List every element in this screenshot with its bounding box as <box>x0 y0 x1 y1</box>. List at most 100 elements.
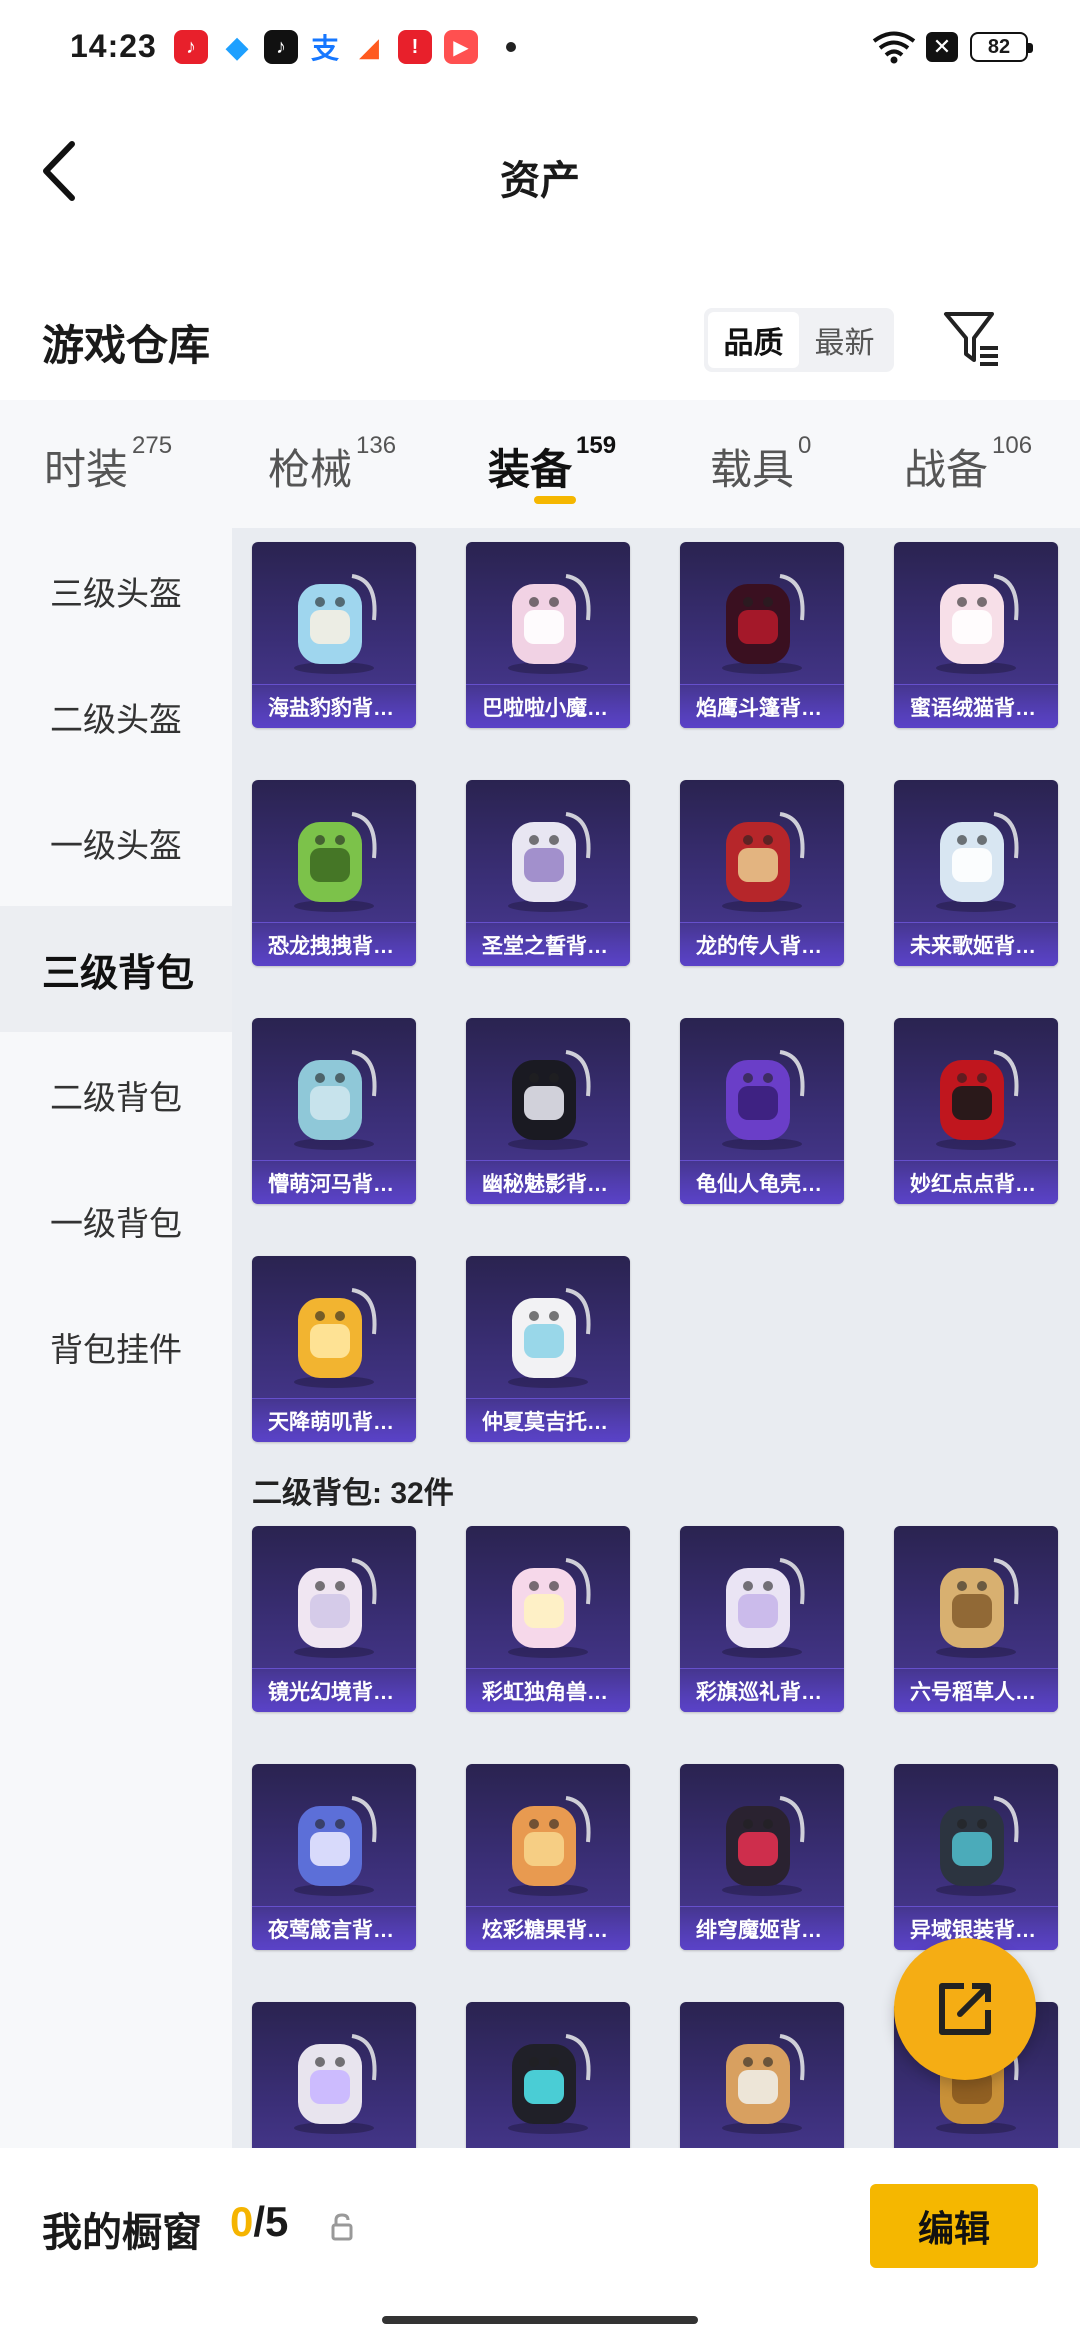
item-card-label: 彩旗巡礼背… <box>680 1668 844 1712</box>
tab-count: 106 <box>992 432 1033 459</box>
tab-supplies[interactable]: 战备106 <box>904 432 1032 497</box>
item-card[interactable]: 懵萌河马背… <box>252 1018 416 1204</box>
backpack-image <box>508 1796 591 1896</box>
music-app-icon: ♪ <box>174 30 208 64</box>
group-title-level2: 二级背包: 32件 <box>252 1477 454 1510</box>
backpack-image <box>294 1558 377 1658</box>
item-card[interactable]: 异域银装背… <box>894 1764 1058 1950</box>
backpack-image <box>722 574 805 674</box>
clock: 14:23 <box>70 28 157 64</box>
item-card[interactable]: 镜光幻境背… <box>252 1526 416 1712</box>
item-card[interactable]: 圣堂之誓背… <box>466 780 630 966</box>
backpack-image <box>936 812 1019 912</box>
item-card[interactable]: 巴啦啦小魔… <box>466 542 630 728</box>
red-app-icon: ! <box>398 30 432 64</box>
item-card[interactable] <box>466 2002 630 2148</box>
alipay-icon: 支 <box>308 30 342 64</box>
tab-count: 0 <box>798 432 812 459</box>
more-notifications-dot <box>506 42 516 52</box>
subcategory-sidebar: 三级头盔 二级头盔 一级头盔 三级背包 二级背包 一级背包 背包挂件 <box>0 528 232 2148</box>
item-card[interactable]: 绯穹魔姬背… <box>680 1764 844 1950</box>
item-card-label: 圣堂之誓背… <box>466 922 630 966</box>
status-bar: 14:23 ♪ ◆ ♪ 支 ◢ ! ▶ ✕ 82 <box>0 0 1080 96</box>
item-card[interactable] <box>252 2002 416 2148</box>
item-card-label: 妙红点点背… <box>894 1160 1058 1204</box>
backpack-image <box>936 574 1019 674</box>
item-grid: 二级背包: 32件 海盐豹豹背… 巴啦啦小魔… 焰鹰斗篷背… 蜜语绒猫背… 恐龙拽拽背…… <box>232 528 1080 2148</box>
item-card-label: 龙的传人背… <box>680 922 844 966</box>
tab-label: 载具 <box>710 446 795 493</box>
backpack-image <box>508 812 591 912</box>
item-card-label: 夜莺箴言背… <box>252 1906 416 1950</box>
share-fab[interactable] <box>894 1938 1036 2080</box>
edit-button[interactable]: 编辑 <box>870 2184 1038 2268</box>
showcase-count: 0/5 <box>230 2198 288 2246</box>
backpack-image <box>508 1288 591 1388</box>
backpack-image <box>936 1050 1019 1150</box>
backpack-image <box>508 1558 591 1658</box>
item-card-label: 懵萌河马背… <box>252 1160 416 1204</box>
item-card[interactable]: 未来歌姬背… <box>894 780 1058 966</box>
backpack-image <box>936 1558 1019 1658</box>
item-card[interactable]: 焰鹰斗篷背… <box>680 542 844 728</box>
tab-fashion[interactable]: 时装275 <box>44 432 172 497</box>
tiktok-icon: ♪ <box>264 30 298 64</box>
tab-equipment[interactable]: 装备159 <box>488 432 616 497</box>
backpack-image <box>294 1796 377 1896</box>
lock-icon <box>331 2213 353 2241</box>
item-card-label: 海盐豹豹背… <box>252 684 416 728</box>
backpack-image <box>294 812 377 912</box>
item-card-label: 蜜语绒猫背… <box>894 684 1058 728</box>
item-card[interactable]: 恐龙拽拽背… <box>252 780 416 966</box>
backpack-image <box>294 1050 377 1150</box>
backpack-image <box>722 1558 805 1658</box>
item-card[interactable] <box>680 2002 844 2148</box>
sort-quality-button[interactable]: 品质 <box>708 312 799 368</box>
item-card[interactable]: 彩旗巡礼背… <box>680 1526 844 1712</box>
sidebar-item-level3-backpack[interactable]: 三级背包 <box>0 906 232 1032</box>
item-card[interactable]: 夜莺箴言背… <box>252 1764 416 1950</box>
item-card[interactable]: 蜜语绒猫背… <box>894 542 1058 728</box>
item-card-label: 六号稻草人… <box>894 1668 1058 1712</box>
sidebar-item-level1-backpack[interactable]: 一级背包 <box>0 1158 232 1284</box>
battery-indicator: 82 <box>970 32 1033 62</box>
backpack-image <box>508 574 591 674</box>
sidebar-item-level2-helmet[interactable]: 二级头盔 <box>0 654 232 780</box>
item-card[interactable]: 幽秘魅影背… <box>466 1018 630 1204</box>
item-card[interactable]: 妙红点点背… <box>894 1018 1058 1204</box>
item-card[interactable]: 仲夏莫吉托… <box>466 1256 630 1442</box>
item-card[interactable]: 海盐豹豹背… <box>252 542 416 728</box>
sidebar-item-backpack-charms[interactable]: 背包挂件 <box>0 1284 232 1410</box>
item-card[interactable]: 彩虹独角兽… <box>466 1526 630 1712</box>
sidebar-item-level2-backpack[interactable]: 二级背包 <box>0 1032 232 1158</box>
tab-label: 装备 <box>488 446 573 493</box>
backpack-image <box>508 1050 591 1150</box>
backpack-image <box>508 2034 591 2134</box>
tab-count: 275 <box>132 432 173 459</box>
item-card-label: 仲夏莫吉托… <box>466 1398 630 1442</box>
sort-newest-button[interactable]: 最新 <box>799 312 890 368</box>
item-card[interactable]: 炫彩糖果背… <box>466 1764 630 1950</box>
sidebar-item-level1-helmet[interactable]: 一级头盔 <box>0 780 232 906</box>
item-card[interactable]: 龟仙人龟壳… <box>680 1018 844 1204</box>
external-link-icon <box>939 1983 991 2035</box>
sort-toggle: 品质 最新 <box>704 308 894 372</box>
video-app-icon: ▶ <box>444 30 478 64</box>
filter-icon[interactable] <box>940 306 1002 370</box>
sidebar-item-level3-helmet[interactable]: 三级头盔 <box>0 528 232 654</box>
item-card[interactable]: 六号稻草人… <box>894 1526 1058 1712</box>
item-card-label: 焰鹰斗篷背… <box>680 684 844 728</box>
backpack-image <box>722 812 805 912</box>
backpack-image <box>722 1050 805 1150</box>
item-card-label: 镜光幻境背… <box>252 1668 416 1712</box>
active-tab-indicator <box>534 496 576 504</box>
item-card[interactable]: 龙的传人背… <box>680 780 844 966</box>
tab-guns[interactable]: 枪械136 <box>268 432 396 497</box>
item-card-label: 未来歌姬背… <box>894 922 1058 966</box>
tab-vehicles[interactable]: 载具0 <box>710 432 811 497</box>
item-card[interactable]: 天降萌叽背… <box>252 1256 416 1442</box>
item-card-label: 恐龙拽拽背… <box>252 922 416 966</box>
category-tabs: 时装275 枪械136 装备159 载具0 战备106 <box>0 400 1080 528</box>
tab-label: 战备 <box>904 446 989 493</box>
backpack-image <box>294 574 377 674</box>
